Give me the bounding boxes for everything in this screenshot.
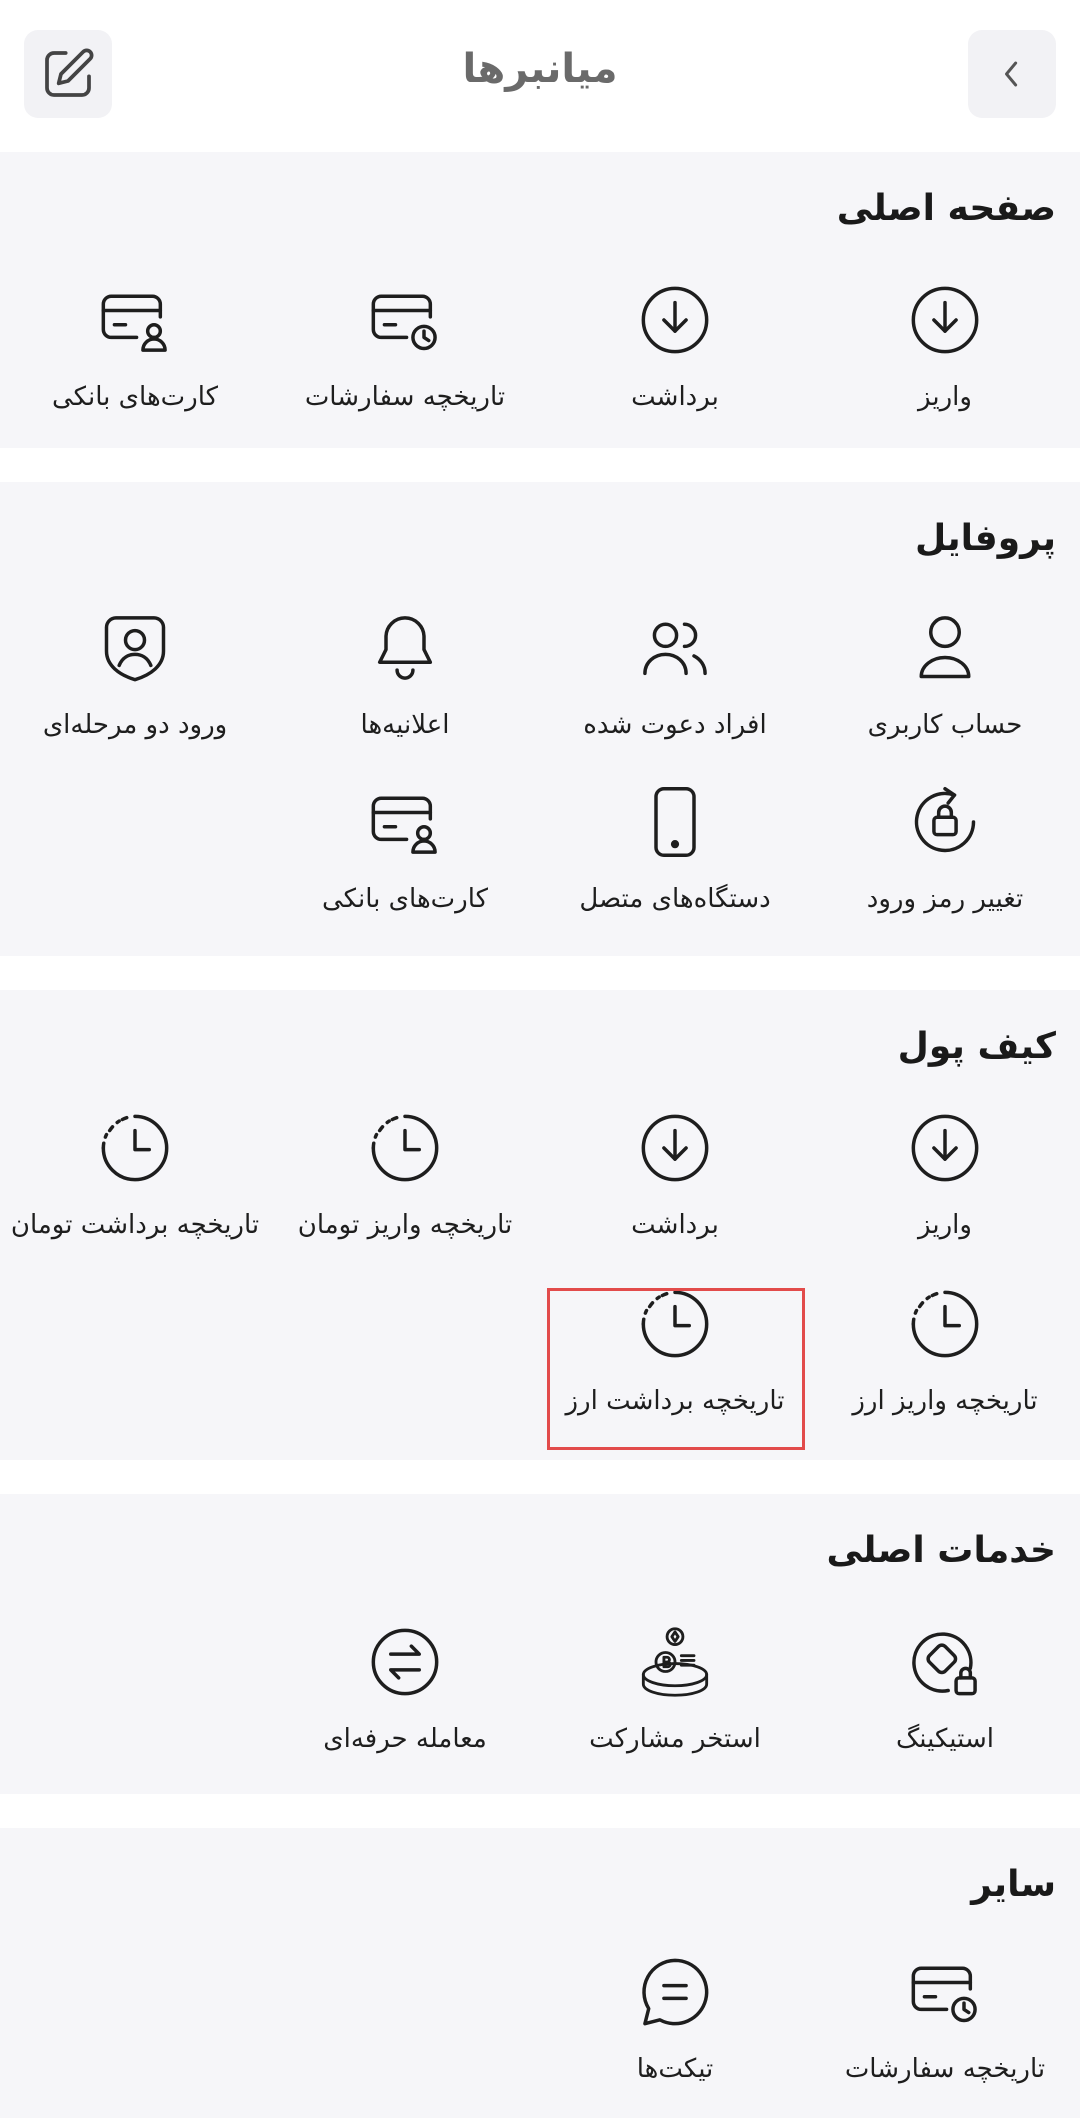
shortcut-label: واریز (918, 382, 972, 412)
shortcut-label: تاریخچه برداشت تومان (10, 1210, 260, 1240)
shortcut-order-history[interactable]: تاریخچه سفارشات (270, 282, 540, 442)
withdraw-icon (637, 1110, 713, 1186)
chevron-left-icon (1005, 61, 1018, 87)
shortcut-crypto-withdraw-history[interactable]: تاریخچه برداشت ارز (540, 1286, 810, 1446)
history-icon (907, 1286, 983, 1362)
shortcut-label: تیکت‌ها (636, 2054, 714, 2084)
section-home: صفحه اصلی واریز برداشت تاریخچه سفارشات ک… (0, 152, 1080, 448)
shortcut-label: تغییر رمز ورود (866, 884, 1024, 914)
shortcut-label: واریز (918, 1210, 972, 1240)
shortcut-tickets[interactable]: تیکت‌ها (540, 1954, 810, 2114)
shortcut-label: کارت‌های بانکی (51, 382, 218, 412)
shortcut-bank-cards[interactable]: کارت‌های بانکی (0, 282, 270, 442)
phone-icon (637, 784, 713, 860)
section-title: کیف پول (897, 1026, 1056, 1067)
card-clock-icon (367, 282, 443, 358)
shortcut-label: دستگاه‌های متصل (579, 884, 771, 914)
bank-card-icon (97, 282, 173, 358)
shortcut-change-password[interactable]: تغییر رمز ورود (810, 784, 1080, 944)
shortcut-user-account[interactable]: حساب کاربری (810, 610, 1080, 770)
history-icon (367, 1110, 443, 1186)
staking-icon (907, 1624, 983, 1700)
history-icon (97, 1110, 173, 1186)
deposit-icon (907, 1110, 983, 1186)
shortcut-bank-cards-profile[interactable]: کارت‌های بانکی (270, 784, 540, 944)
shortcut-label: استخر مشارکت (589, 1724, 761, 1754)
page-title: میانبرها (462, 46, 618, 92)
section-title: صفحه اصلی (836, 188, 1056, 229)
chat-icon (637, 1954, 713, 2030)
bank-card-icon (367, 784, 443, 860)
section-other: سایر تاریخچه سفارشات تیکت‌ها (0, 1828, 1080, 2118)
top-bar: میانبرها (0, 0, 1080, 152)
shortcut-pro-trading[interactable]: معامله حرفه‌ای (270, 1624, 540, 1784)
shortcut-label: کارت‌های بانکی (321, 884, 488, 914)
shortcut-label: برداشت (631, 1210, 719, 1240)
shortcut-toman-withdraw-history[interactable]: تاریخچه برداشت تومان (0, 1110, 270, 1270)
deposit-icon (907, 282, 983, 358)
shortcut-two-factor-login[interactable]: ورود دو مرحله‌ای (0, 610, 270, 770)
shortcut-liquidity-pool[interactable]: استخر مشارکت (540, 1624, 810, 1784)
back-button[interactable] (968, 30, 1056, 118)
users-icon (637, 610, 713, 686)
shortcut-label: تاریخچه سفارشات (844, 2054, 1046, 2084)
shortcut-crypto-deposit-history[interactable]: تاریخچه واریز ارز (810, 1286, 1080, 1446)
shortcut-label: افراد دعوت شده (583, 710, 767, 740)
shortcut-notifications[interactable]: اعلانیه‌ها (270, 610, 540, 770)
exchange-icon (367, 1624, 443, 1700)
shortcut-wallet-deposit[interactable]: واریز (810, 1110, 1080, 1270)
shortcut-connected-devices[interactable]: دستگاه‌های متصل (540, 784, 810, 944)
section-profile: پروفایل حساب کاربری افراد دعوت شده اعلان… (0, 482, 1080, 956)
shortcut-other-order-history[interactable]: تاریخچه سفارشات (810, 1954, 1080, 2114)
shield-user-icon (97, 610, 173, 686)
section-main-services: خدمات اصلی استیکینگ استخر مشارکت معامله … (0, 1494, 1080, 1794)
section-title: پروفایل (914, 518, 1056, 559)
shortcut-label: تاریخچه واریز تومان (297, 1210, 513, 1240)
history-icon (637, 1286, 713, 1362)
shortcut-invited-users[interactable]: افراد دعوت شده (540, 610, 810, 770)
lock-reset-icon (907, 784, 983, 860)
shortcut-toman-deposit-history[interactable]: تاریخچه واریز تومان (270, 1110, 540, 1270)
shortcut-label: تاریخچه برداشت ارز (565, 1386, 785, 1416)
section-wallet: کیف پول واریز برداشت تاریخچه واریز تومان… (0, 990, 1080, 1460)
shortcut-deposit[interactable]: واریز (810, 282, 1080, 442)
shortcut-staking[interactable]: استیکینگ (810, 1624, 1080, 1784)
card-clock-icon (907, 1954, 983, 2030)
shortcut-label: معامله حرفه‌ای (323, 1724, 487, 1754)
user-icon (907, 610, 983, 686)
shortcut-label: تاریخچه سفارشات (304, 382, 506, 412)
shortcut-label: تاریخچه واریز ارز (852, 1386, 1038, 1416)
section-title: سایر (971, 1864, 1056, 1905)
shortcut-label: برداشت (631, 382, 719, 412)
section-title: خدمات اصلی (826, 1530, 1057, 1571)
shortcut-label: استیکینگ (895, 1724, 995, 1754)
shortcut-label: ورود دو مرحله‌ای (42, 710, 228, 740)
liquidity-pool-icon (637, 1624, 713, 1700)
shortcut-label: اعلانیه‌ها (360, 710, 450, 740)
withdraw-icon (637, 282, 713, 358)
shortcut-label: حساب کاربری (867, 710, 1023, 740)
shortcut-wallet-withdraw[interactable]: برداشت (540, 1110, 810, 1270)
shortcut-withdraw[interactable]: برداشت (540, 282, 810, 442)
bell-icon (367, 610, 443, 686)
